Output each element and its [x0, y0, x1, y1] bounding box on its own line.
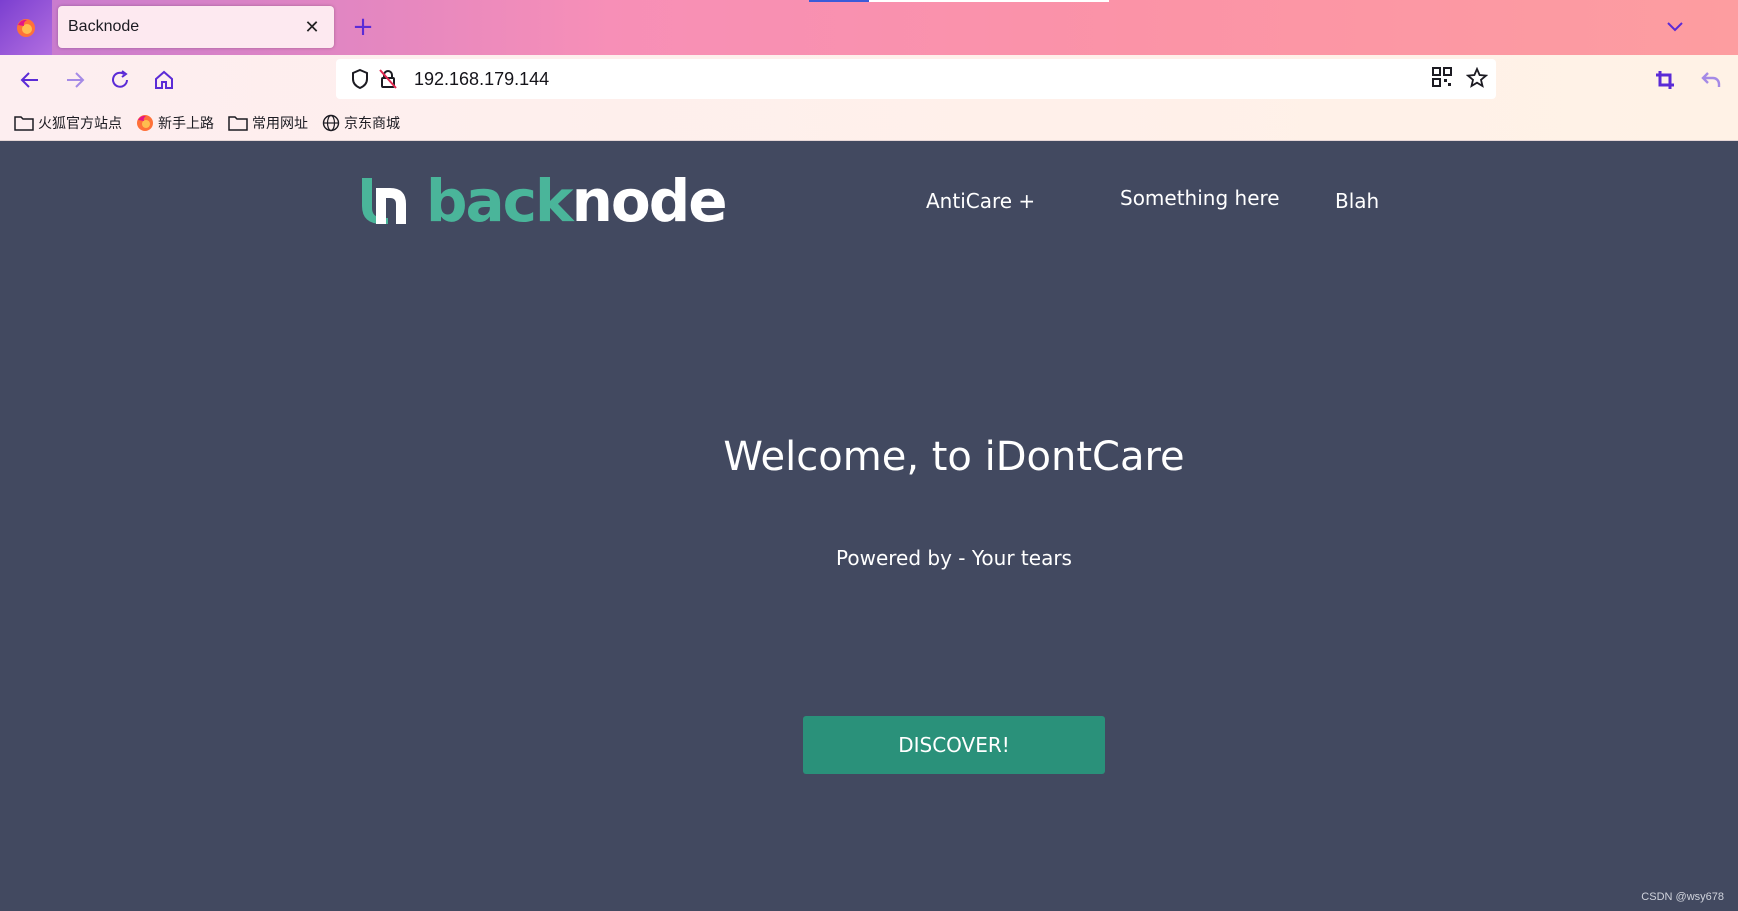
back-button[interactable] [15, 65, 45, 95]
home-icon [155, 70, 173, 89]
reload-icon [112, 70, 128, 88]
tab-title: Backnode [68, 18, 140, 35]
page-load-progress [809, 0, 869, 2]
navigation-toolbar: 192.168.179.144 [0, 55, 1738, 105]
bookmark-item[interactable]: 京东商城 [322, 113, 400, 133]
forward-button[interactable] [60, 65, 90, 95]
shield-icon[interactable] [348, 67, 372, 91]
bookmark-star-icon[interactable] [1465, 66, 1489, 93]
nav-link-blah[interactable]: Blah [1335, 189, 1379, 213]
arrow-right-icon [67, 72, 85, 88]
undo-arrow-icon [1701, 72, 1721, 87]
hero-subtitle: Powered by - Your tears [836, 546, 1072, 570]
bookmark-item[interactable]: 常用网址 [228, 113, 308, 133]
bookmark-item[interactable]: 火狐官方站点 [14, 113, 122, 133]
list-all-tabs-button[interactable] [1662, 14, 1688, 40]
nav-link-anticare[interactable]: AntiCare + [926, 189, 1035, 213]
firefox-icon [137, 114, 153, 131]
bookmark-label: 常用网址 [252, 115, 308, 132]
qr-code-icon[interactable] [1432, 67, 1452, 93]
logo-wordmark-node: node [571, 167, 728, 235]
bookmark-item[interactable]: 新手上路 [136, 113, 214, 133]
new-tab-button[interactable]: + [350, 14, 376, 40]
firefox-icon [17, 18, 35, 37]
screenshot-button[interactable] [1650, 65, 1680, 95]
logo-wordmark-back: back [426, 167, 574, 235]
backnode-logo-icon [362, 178, 406, 224]
undo-button[interactable] [1696, 65, 1726, 95]
tab-strip: Backnode ✕ + [0, 0, 1738, 55]
insecure-lock-icon[interactable] [376, 67, 400, 91]
page-content: backnode AntiCare + Something here Blah … [0, 141, 1738, 911]
url-text[interactable]: 192.168.179.144 [414, 69, 549, 90]
bookmarks-toolbar: 火狐官方站点 新手上路 常用网址 京东商城 [0, 105, 1738, 141]
firefox-view-button[interactable] [0, 0, 52, 55]
watermark: CSDN @wsy678 [1641, 891, 1724, 903]
close-tab-icon[interactable]: ✕ [300, 15, 324, 39]
nav-link-something-here[interactable]: Something here [1120, 186, 1280, 210]
chevron-down-icon [1667, 22, 1683, 32]
arrow-left-icon [20, 72, 38, 88]
folder-icon [14, 115, 34, 131]
folder-icon [228, 115, 248, 131]
hero-title: Welcome, to iDontCare [723, 434, 1185, 480]
globe-icon [322, 114, 340, 131]
logo-wordmark: backnode [426, 171, 728, 231]
tab-backnode[interactable]: Backnode ✕ [58, 6, 334, 48]
discover-button[interactable]: DISCOVER! [803, 716, 1105, 774]
bookmark-label: 新手上路 [158, 115, 214, 132]
home-button[interactable] [149, 65, 179, 95]
crop-icon [1656, 71, 1674, 89]
url-bar[interactable]: 192.168.179.144 [336, 59, 1496, 99]
bookmark-label: 京东商城 [344, 115, 400, 132]
reload-button[interactable] [105, 65, 135, 95]
bookmark-label: 火狐官方站点 [38, 115, 122, 132]
site-logo[interactable]: backnode [358, 171, 738, 231]
